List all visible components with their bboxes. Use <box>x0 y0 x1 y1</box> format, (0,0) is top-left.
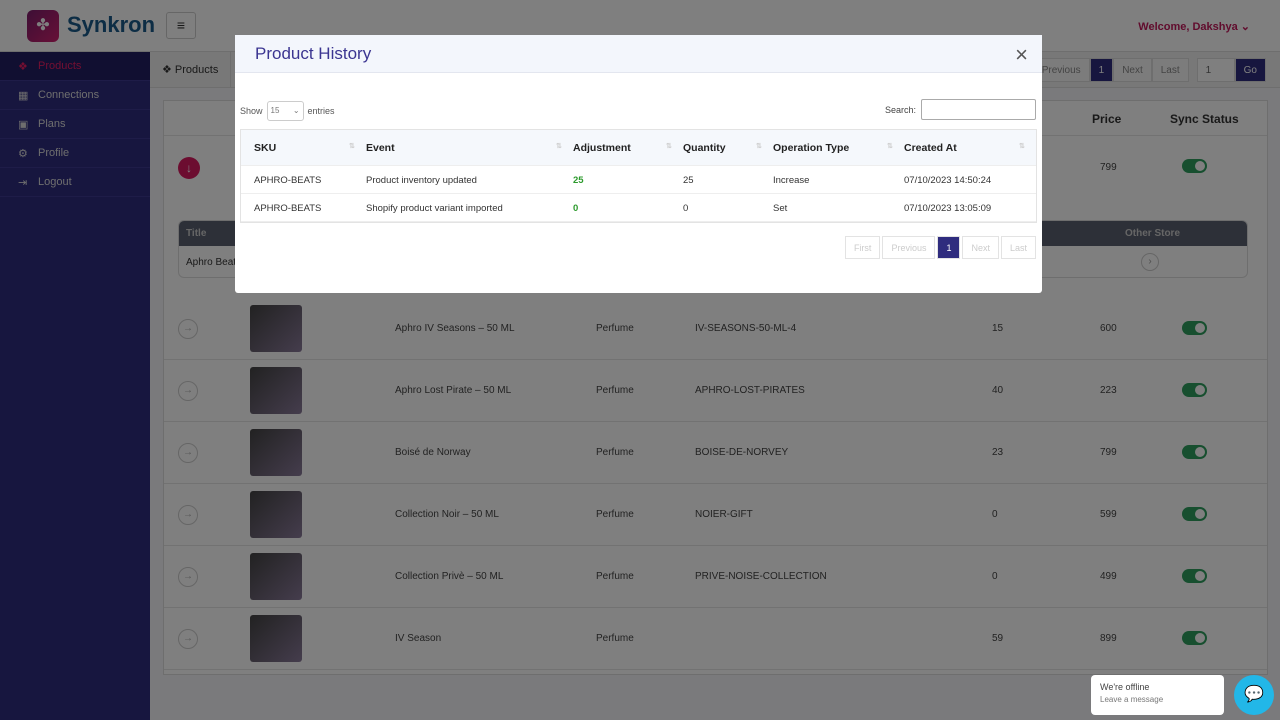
first-button[interactable]: First <box>844 236 881 259</box>
entries-label: entries <box>307 106 335 116</box>
header-adjustment[interactable]: Adjustment <box>573 142 631 154</box>
created-at-cell: 07/10/2023 14:50:24 <box>904 175 992 186</box>
search-input[interactable] <box>921 99 1036 120</box>
entries-select[interactable]: 15 ⌄ <box>266 101 304 121</box>
sku-cell: APHRO-BEATS <box>254 175 322 186</box>
show-label: Show <box>240 106 263 116</box>
entries-value: 15 <box>270 106 280 115</box>
header-event[interactable]: Event <box>366 142 395 154</box>
header-created-at[interactable]: Created At <box>904 142 957 154</box>
quantity-cell: 0 <box>683 203 689 214</box>
sort-icon[interactable]: ⇅ <box>349 142 355 150</box>
sort-icon[interactable]: ⇅ <box>666 142 672 150</box>
header-sku[interactable]: SKU <box>254 142 276 154</box>
created-at-cell: 07/10/2023 13:05:09 <box>904 203 992 214</box>
sort-icon[interactable]: ⇅ <box>887 142 893 150</box>
history-row: APHRO-BEATS Shopify product variant impor… <box>241 194 1036 222</box>
header-quantity[interactable]: Quantity <box>683 142 726 154</box>
chat-bubble-icon[interactable]: 💬 <box>1234 675 1274 715</box>
header-operation-type[interactable]: Operation Type <box>773 142 849 154</box>
last-button[interactable]: Last <box>1000 236 1036 259</box>
page-1-button[interactable]: 1 <box>937 236 961 259</box>
sort-icon[interactable]: ⇅ <box>1019 142 1025 150</box>
product-history-modal: Product History × Show 15 ⌄ entries Sear… <box>235 35 1042 293</box>
event-cell: Product inventory updated <box>366 175 477 186</box>
chat-status: We're offline <box>1100 682 1150 692</box>
event-cell: Shopify product variant imported <box>366 203 503 214</box>
close-icon[interactable]: × <box>1015 42 1028 68</box>
history-header-row: SKU ⇅ Event ⇅ Adjustment ⇅ Quantity ⇅ Operation … <box>241 130 1036 166</box>
quantity-cell: 25 <box>683 175 694 186</box>
chat-subtitle: Leave a message <box>1100 695 1164 704</box>
modal-title: Product History <box>255 44 372 63</box>
operation-type-cell: Increase <box>773 175 810 186</box>
previous-button[interactable]: Previous <box>882 236 936 259</box>
sku-cell: APHRO-BEATS <box>254 203 322 214</box>
adjustment-cell: 0 <box>573 203 579 214</box>
modal-header: Product History × <box>235 35 1042 73</box>
history-table: SKU ⇅ Event ⇅ Adjustment ⇅ Quantity ⇅ Operation … <box>240 129 1037 223</box>
next-button[interactable]: Next <box>962 236 999 259</box>
chevron-down-icon: ⌄ <box>292 106 300 115</box>
search-control: Search: <box>885 99 1036 120</box>
chat-widget[interactable]: We're offline Leave a message <box>1091 675 1224 715</box>
search-label: Search: <box>884 104 916 115</box>
history-row: APHRO-BEATS Product inventory updated 25 25… <box>241 166 1036 194</box>
modal-pagination: First Previous 1 Next Last <box>844 236 1036 259</box>
entries-control: Show 15 ⌄ entries <box>240 101 335 121</box>
sort-icon[interactable]: ⇅ <box>756 142 762 150</box>
sort-icon[interactable]: ⇅ <box>556 142 562 150</box>
operation-type-cell: Set <box>773 203 788 214</box>
adjustment-cell: 25 <box>573 175 584 186</box>
